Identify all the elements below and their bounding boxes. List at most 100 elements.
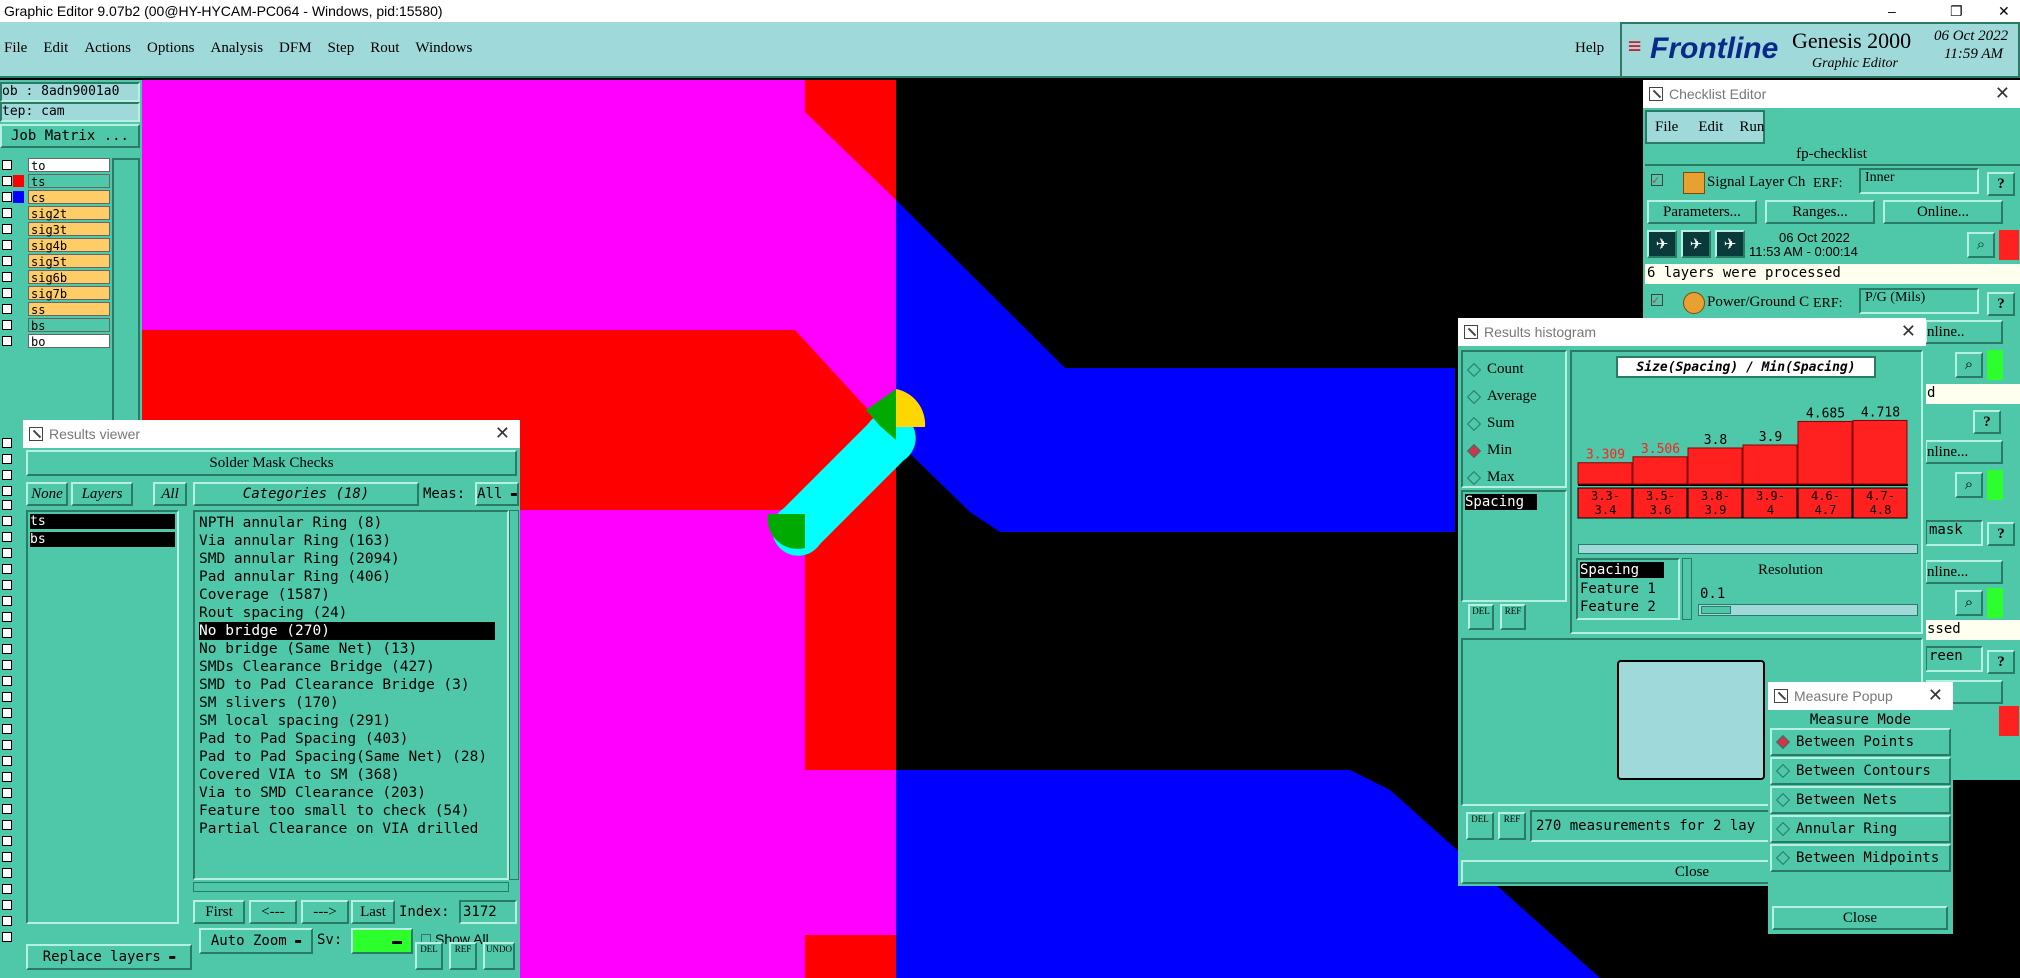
category-item[interactable]: Feature too small to check (54) <box>199 802 495 820</box>
layer-checkbox[interactable] <box>2 852 12 862</box>
layer-checkbox[interactable] <box>2 256 12 266</box>
measure-option-between-points[interactable]: Between Points <box>1770 728 1951 756</box>
layer-checkbox[interactable] <box>2 596 12 606</box>
ref-button[interactable]: REF <box>1498 812 1526 840</box>
help-button[interactable]: ? <box>1987 172 2015 196</box>
category-item[interactable]: SMDs Clearance Bridge (427) <box>199 658 495 676</box>
category-item[interactable]: Pad to Pad Spacing(Same Net) (28) <box>199 748 495 766</box>
menu-options[interactable]: Options <box>139 40 203 57</box>
layer-checkbox[interactable] <box>2 868 12 878</box>
check1-name[interactable]: Signal Layer Ch <box>1707 174 1805 191</box>
category-hscrollbar[interactable] <box>193 882 509 892</box>
layer-result-bs[interactable]: bs <box>30 532 175 547</box>
category-item[interactable]: Rout spacing (24) <box>199 604 495 622</box>
zoom-results-icon[interactable]: ⌕ <box>1955 472 1983 498</box>
layer-checkbox[interactable] <box>2 240 12 250</box>
layer-checkbox[interactable] <box>2 336 12 346</box>
check3-erf-value[interactable]: mask <box>1925 520 1983 546</box>
measure-option-between-midpoints[interactable]: Between Midpoints <box>1770 844 1951 872</box>
layer-checkbox[interactable] <box>2 724 12 734</box>
none-button[interactable]: None <box>26 482 68 506</box>
layer-checkbox[interactable] <box>2 532 12 542</box>
layer-checkbox[interactable] <box>2 454 12 464</box>
run-icon[interactable]: ✈ <box>1647 230 1677 258</box>
mode-option-max[interactable]: Max <box>1466 464 1537 491</box>
histogram-hscrollbar[interactable] <box>1578 544 1918 554</box>
layer-name[interactable]: sig7b <box>28 286 110 301</box>
all-button[interactable]: All <box>153 482 187 506</box>
ref-button[interactable]: REF <box>449 942 477 970</box>
category-scrollbar[interactable] <box>509 510 519 880</box>
mode-option-count[interactable]: Count <box>1466 356 1537 383</box>
layer-checkbox[interactable] <box>2 676 12 686</box>
layer-checkbox[interactable] <box>2 916 12 926</box>
index-input[interactable]: 3172 <box>459 900 517 924</box>
res-item-spacing[interactable]: Spacing <box>1580 562 1664 578</box>
layer-name[interactable]: bs <box>28 318 110 333</box>
run-stop-icon[interactable]: ✈ <box>1715 230 1745 258</box>
layer-row-sig4b[interactable]: sig4b <box>0 238 112 253</box>
next-button[interactable]: ---> <box>301 900 349 924</box>
restore-icon[interactable]: ❐ <box>1950 0 1963 22</box>
ref-button[interactable]: REF <box>1500 604 1526 630</box>
layer-checkbox[interactable] <box>2 580 12 590</box>
online-button-2[interactable]: nline.. <box>1925 320 2003 344</box>
layer-checkbox[interactable] <box>2 660 12 670</box>
layer-row-bo[interactable]: bo <box>0 334 112 349</box>
minimize-icon[interactable]: – <box>1888 0 1896 22</box>
res-item-feature1[interactable]: Feature 1 <box>1580 580 1656 598</box>
layer-name[interactable]: bo <box>28 334 110 349</box>
spacing-list[interactable]: Spacing <box>1461 490 1567 602</box>
close-icon[interactable]: ✕ <box>1995 83 2010 104</box>
resolution-scrollbar[interactable] <box>1682 558 1692 620</box>
menu-dfm[interactable]: DFM <box>271 40 320 57</box>
help-button[interactable]: ? <box>1987 522 2015 546</box>
category-list[interactable]: NPTH annular Ring (8) Via annular Ring (1… <box>193 510 509 880</box>
menu-step[interactable]: Step <box>320 40 363 57</box>
layer-name[interactable]: sig5t <box>28 254 110 269</box>
check2-checkbox[interactable]: ✓ <box>1651 294 1663 306</box>
checklist-menu-run[interactable]: Run <box>1733 119 1770 136</box>
layer-checkbox[interactable] <box>2 756 12 766</box>
layer-checkbox[interactable] <box>2 470 12 480</box>
layer-row-sig3t[interactable]: sig3t <box>0 222 112 237</box>
del-button[interactable]: DEL <box>415 942 443 970</box>
layer-checkbox[interactable] <box>2 740 12 750</box>
resolution-list[interactable]: Spacing Feature 1 Feature 2 <box>1576 558 1680 620</box>
layer-checkbox[interactable] <box>2 192 12 202</box>
close-icon[interactable]: ✕ <box>1901 321 1916 342</box>
menu-actions[interactable]: Actions <box>76 40 139 57</box>
help-button[interactable]: ? <box>1987 650 2015 674</box>
layer-row-sig7b[interactable]: sig7b <box>0 286 112 301</box>
category-item[interactable]: NPTH annular Ring (8) <box>199 514 495 532</box>
layer-checkbox[interactable] <box>2 486 12 496</box>
layer-checkbox[interactable] <box>2 516 12 526</box>
close-icon[interactable]: ✕ <box>495 423 510 444</box>
layer-checkbox[interactable] <box>2 900 12 910</box>
ranges-button[interactable]: Ranges... <box>1765 200 1875 224</box>
mode-option-sum[interactable]: Sum <box>1466 410 1537 437</box>
layer-checkbox[interactable] <box>2 304 12 314</box>
layer-checkbox[interactable] <box>2 788 12 798</box>
last-button[interactable]: Last <box>351 900 395 924</box>
layer-row-to[interactable]: to <box>0 158 112 173</box>
first-button[interactable]: First <box>193 900 245 924</box>
online-button-3[interactable]: nline... <box>1925 440 2003 464</box>
auto-zoom-select[interactable]: Auto Zoom ▬ <box>199 928 313 954</box>
measure-option-between-nets[interactable]: Between Nets <box>1770 786 1951 814</box>
layer-checkbox[interactable] <box>2 772 12 782</box>
category-item[interactable]: SMD annular Ring (2094) <box>199 550 495 568</box>
layers-button[interactable]: Layers <box>71 482 133 506</box>
layer-name[interactable]: to <box>28 158 110 173</box>
zoom-results-icon[interactable]: ⌕ <box>1955 590 1983 616</box>
layer-checkbox[interactable] <box>2 628 12 638</box>
category-item[interactable]: No bridge (270) <box>199 622 495 640</box>
check2-erf-value[interactable]: P/G (Mils) <box>1859 288 1979 314</box>
layer-name[interactable]: ts <box>28 174 110 189</box>
checklist-menu-edit[interactable]: Edit <box>1688 119 1733 136</box>
run-all-icon[interactable]: ✈ <box>1681 230 1711 258</box>
layer-checkbox[interactable] <box>2 320 12 330</box>
layer-row-sig6b[interactable]: sig6b <box>0 270 112 285</box>
layer-checkbox[interactable] <box>2 820 12 830</box>
layer-checkbox[interactable] <box>2 208 12 218</box>
